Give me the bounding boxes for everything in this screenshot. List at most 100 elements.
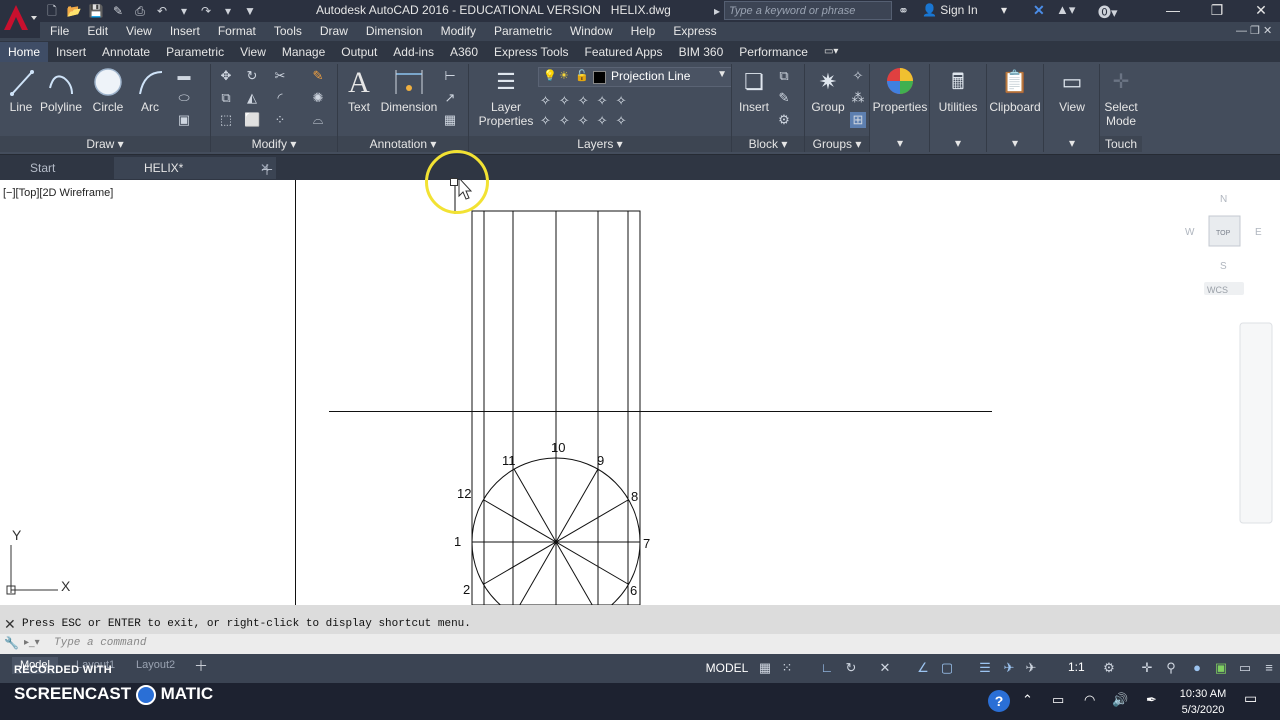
annotation-visibility-icon[interactable]: ✈: [1000, 659, 1018, 677]
auto-scale-icon[interactable]: ✈: [1022, 659, 1040, 677]
rectangle-icon[interactable]: ▬: [176, 68, 192, 84]
grid-icon[interactable]: ▦: [756, 659, 774, 677]
offset-icon[interactable]: ⌓: [310, 112, 326, 128]
draw-panel-title[interactable]: Draw ▾: [0, 136, 210, 152]
menu-draw[interactable]: Draw: [312, 24, 358, 38]
redo-icon[interactable]: ↷: [198, 3, 214, 19]
ribbon-minimize-icon[interactable]: ▭▾: [816, 42, 846, 62]
groups-panel-title[interactable]: Groups ▾: [805, 136, 869, 152]
trim-icon[interactable]: ✂: [272, 68, 288, 84]
tab-home[interactable]: Home: [0, 42, 49, 62]
polar-icon[interactable]: ↻: [842, 659, 860, 677]
tab-parametric[interactable]: Parametric: [158, 42, 232, 62]
help-icon[interactable]: ⓿▾: [1098, 2, 1118, 21]
tab-add-ins[interactable]: Add-ins: [385, 42, 442, 62]
navigation-bar[interactable]: [1239, 322, 1273, 524]
drawing-window-controls[interactable]: — ❐ ✕: [1236, 24, 1272, 37]
undo-dropdown-icon[interactable]: ▾: [176, 3, 192, 19]
table-icon[interactable]: ▦: [442, 112, 458, 128]
fillet-icon[interactable]: ◜: [272, 90, 288, 106]
viewcube[interactable]: N W E S TOP WCS: [1185, 194, 1262, 295]
layer-dropdown[interactable]: 💡 ☀ 🔓 Projection Line ▼: [538, 67, 732, 87]
menu-tools[interactable]: Tools: [266, 24, 312, 38]
tab-insert[interactable]: Insert: [48, 42, 94, 62]
open-file-icon[interactable]: 📂: [66, 3, 82, 19]
annotation-monitor-icon[interactable]: ✛: [1138, 659, 1156, 677]
units-icon[interactable]: ⚲: [1162, 659, 1180, 677]
object-snap-tracking-icon[interactable]: ∠: [914, 659, 932, 677]
stretch-icon[interactable]: ⬚: [218, 112, 234, 128]
group-selection-icon[interactable]: ⊞: [850, 112, 866, 128]
insert-block-button[interactable]: ❏ Insert: [734, 66, 774, 128]
add-layout-plus-icon[interactable]: ＋: [194, 656, 208, 676]
touch-panel-title[interactable]: Touch: [1100, 136, 1142, 152]
text-button[interactable]: A Text: [342, 66, 376, 124]
region-icon[interactable]: ▣: [176, 112, 192, 128]
group-button[interactable]: ✷ Group: [808, 66, 848, 128]
sign-in-button[interactable]: 👤 Sign In ▾: [922, 3, 1007, 17]
file-tab-start[interactable]: Start: [0, 157, 130, 179]
tab-manage[interactable]: Manage: [274, 42, 333, 62]
exchange-apps-icon[interactable]: ✕: [1033, 2, 1045, 19]
tab-featured-apps[interactable]: Featured Apps: [577, 42, 671, 62]
layers-panel-title[interactable]: Layers ▾: [469, 136, 731, 152]
pen-icon[interactable]: ✒: [1146, 692, 1157, 708]
menu-dimension[interactable]: Dimension: [358, 24, 433, 38]
command-prompt-icon[interactable]: ▸_▾: [24, 637, 40, 648]
menu-file[interactable]: File: [40, 24, 79, 38]
file-tab-helix[interactable]: HELIX* ✕: [114, 157, 276, 179]
tab-bim-360[interactable]: BIM 360: [671, 42, 732, 62]
command-input[interactable]: Type a command: [54, 637, 146, 649]
menu-help[interactable]: Help: [623, 24, 666, 38]
layer-properties-button[interactable]: ☰ Layer Properties: [476, 66, 536, 132]
menu-view[interactable]: View: [118, 24, 162, 38]
save-icon[interactable]: 💾: [88, 3, 104, 19]
clipboard-button[interactable]: 📋 Clipboard ▾: [988, 66, 1042, 152]
minimize-button[interactable]: —: [1150, 0, 1196, 22]
array-icon[interactable]: ⁘: [272, 112, 288, 128]
customization-icon[interactable]: ≡: [1260, 659, 1278, 677]
menu-format[interactable]: Format: [210, 24, 266, 38]
lineweight-icon[interactable]: ☰: [976, 659, 994, 677]
undo-icon[interactable]: ↶: [154, 3, 170, 19]
ungroup-icon[interactable]: ✧: [850, 68, 866, 84]
isolate-objects-icon[interactable]: ●: [1188, 659, 1206, 677]
linear-dimension-icon[interactable]: ⊢: [442, 68, 458, 84]
close-command-line-icon[interactable]: ✕: [4, 615, 16, 634]
polyline-button[interactable]: Polyline: [38, 66, 84, 122]
mirror-icon[interactable]: ◭: [244, 90, 260, 106]
close-window-button[interactable]: ✕: [1238, 0, 1280, 22]
menu-insert[interactable]: Insert: [162, 24, 210, 38]
object-snap-icon[interactable]: ▢: [938, 659, 956, 677]
properties-button[interactable]: Properties ▾: [872, 66, 928, 152]
scale-icon[interactable]: ⬜: [244, 112, 260, 128]
autocad-logo-button[interactable]: [0, 0, 40, 38]
show-hidden-icons-icon[interactable]: ⌃: [1022, 692, 1033, 708]
line-button[interactable]: Line: [6, 66, 36, 122]
utilities-button[interactable]: 🖩 Utilities ▾: [932, 66, 984, 152]
hardware-acceleration-icon[interactable]: ▣: [1212, 659, 1230, 677]
rotate-icon[interactable]: ↻: [244, 68, 260, 84]
block-panel-title[interactable]: Block ▾: [732, 136, 804, 152]
erase-icon[interactable]: ✎: [310, 68, 326, 84]
new-tab-plus-icon[interactable]: ＋: [260, 160, 274, 180]
tab-performance[interactable]: Performance: [731, 42, 816, 62]
create-block-icon[interactable]: ⧉: [776, 68, 792, 84]
modify-panel-title[interactable]: Modify ▾: [211, 136, 337, 152]
layer-tools-grid[interactable]: ✧✧✧✧✧ ✧✧✧✧✧: [540, 91, 650, 131]
layout-tab-layout2[interactable]: Layout2: [128, 657, 183, 674]
hatch-icon[interactable]: ⬭: [176, 90, 192, 106]
tab-express-tools[interactable]: Express Tools: [486, 42, 576, 62]
snap-icon[interactable]: ⁙: [778, 659, 796, 677]
explode-icon[interactable]: ✺: [310, 90, 326, 106]
menu-modify[interactable]: Modify: [433, 24, 486, 38]
menu-express[interactable]: Express: [665, 24, 726, 38]
annotation-panel-title[interactable]: Annotation ▾: [338, 136, 468, 152]
tab-annotate[interactable]: Annotate: [94, 42, 158, 62]
menu-parametric[interactable]: Parametric: [486, 24, 562, 38]
search-input[interactable]: Type a keyword or phrase: [724, 1, 892, 20]
autodesk-a360-icon[interactable]: ▲▾: [1056, 2, 1075, 18]
model-space-button[interactable]: MODEL: [704, 659, 750, 677]
customize-wrench-icon[interactable]: 🔧: [4, 636, 19, 650]
edit-attributes-icon[interactable]: ⚙: [776, 112, 792, 128]
